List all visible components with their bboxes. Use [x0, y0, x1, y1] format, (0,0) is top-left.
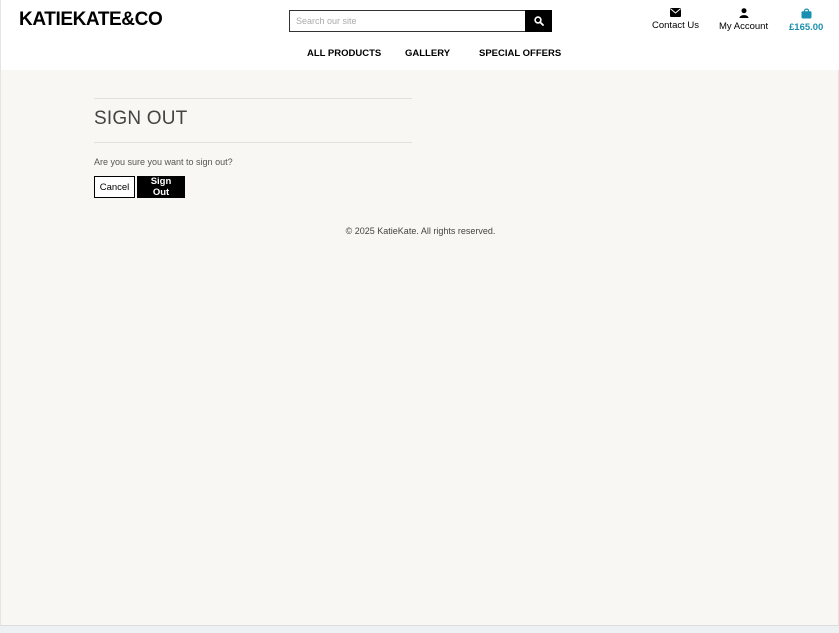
signout-panel: SIGN OUT Are you sure you want to sign o… — [94, 98, 412, 198]
nav-special-offers[interactable]: SPECIAL OFFERS — [479, 48, 561, 59]
cancel-button[interactable]: Cancel — [94, 176, 135, 198]
user-icon — [739, 8, 749, 18]
sign-out-button[interactable]: Sign Out — [137, 176, 185, 198]
button-row: Cancel Sign Out — [94, 176, 412, 198]
divider — [94, 142, 412, 143]
page-title: SIGN OUT — [94, 108, 188, 129]
my-account-link[interactable]: My Account — [719, 8, 768, 32]
page: KATIEKATE&CO Contact Us — [0, 0, 839, 626]
top-links: Contact Us My Account £165.00 — [1, 8, 839, 38]
basket-link[interactable]: £165.00 — [789, 8, 823, 33]
shopping-bag-icon — [801, 8, 812, 19]
basket-total: £165.00 — [789, 22, 824, 33]
contact-us-link[interactable]: Contact Us — [652, 8, 699, 31]
divider — [94, 98, 412, 99]
contact-us-label: Contact Us — [652, 20, 699, 31]
nav-all-products[interactable]: ALL PRODUCTS — [307, 48, 381, 59]
site-header: KATIEKATE&CO Contact Us — [1, 0, 839, 70]
envelope-icon — [670, 8, 681, 17]
footer-copyright: © 2025 KatieKate. All rights reserved. — [345, 226, 496, 236]
confirm-message: Are you sure you want to sign out? — [94, 157, 233, 167]
main-nav: ALL PRODUCTS GALLERY SPECIAL OFFERS — [1, 48, 839, 62]
nav-gallery[interactable]: GALLERY — [405, 48, 450, 59]
my-account-label: My Account — [719, 21, 769, 32]
